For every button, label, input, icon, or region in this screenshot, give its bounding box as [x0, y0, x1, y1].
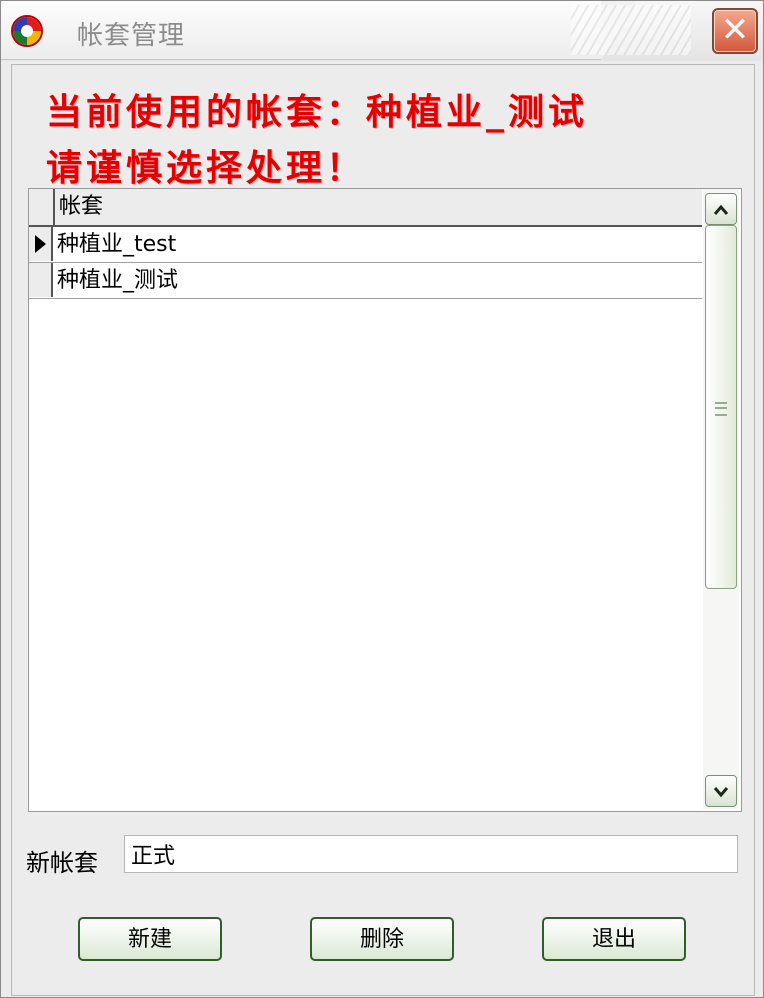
grip-icon: [715, 402, 727, 416]
close-button[interactable]: ✕: [712, 8, 758, 54]
row-indicator[interactable]: [29, 227, 53, 261]
grid-header: 帐套: [29, 189, 702, 227]
current-account-notice: 当前使用的帐套：种植业_测试: [46, 92, 589, 133]
account-name-cell[interactable]: 种植业_test: [57, 227, 176, 262]
client-area: 当前使用的帐套：种植业_测试 请谨慎选择处理！ 帐套 种植业_test 种植业_…: [11, 64, 755, 996]
close-icon: ✕: [720, 10, 750, 50]
account-grid[interactable]: 帐套 种植业_test 种植业_测试: [28, 188, 742, 812]
row-indicator[interactable]: [29, 263, 53, 297]
title-decoration: [571, 5, 691, 55]
exit-button[interactable]: 退出: [542, 917, 686, 961]
app-logo-icon: [11, 15, 43, 47]
delete-button[interactable]: 删除: [310, 917, 454, 961]
new-account-label: 新帐套: [26, 849, 98, 877]
caution-notice: 请谨慎选择处理！: [46, 148, 367, 189]
table-row[interactable]: 种植业_测试: [29, 263, 702, 299]
scrollbar-thumb[interactable]: [705, 225, 737, 589]
chevron-up-icon[interactable]: [705, 193, 737, 225]
window-title: 帐套管理: [77, 21, 186, 51]
create-button[interactable]: 新建: [78, 917, 222, 961]
account-manager-window: 帐套管理 ✕ 当前使用的帐套：种植业_测试 请谨慎选择处理！ 帐套 种植业_te…: [0, 0, 764, 998]
new-account-input[interactable]: [124, 835, 738, 873]
table-row[interactable]: 种植业_test: [29, 227, 702, 263]
account-name-cell[interactable]: 种植业_测试: [57, 263, 178, 298]
title-bar[interactable]: 帐套管理 ✕: [1, 1, 763, 61]
vertical-scrollbar[interactable]: [703, 189, 739, 809]
header-indicator-cell: [29, 189, 55, 225]
chevron-down-icon[interactable]: [705, 775, 737, 807]
column-header-account[interactable]: 帐套: [55, 189, 103, 225]
current-row-pointer-icon: [35, 235, 46, 253]
